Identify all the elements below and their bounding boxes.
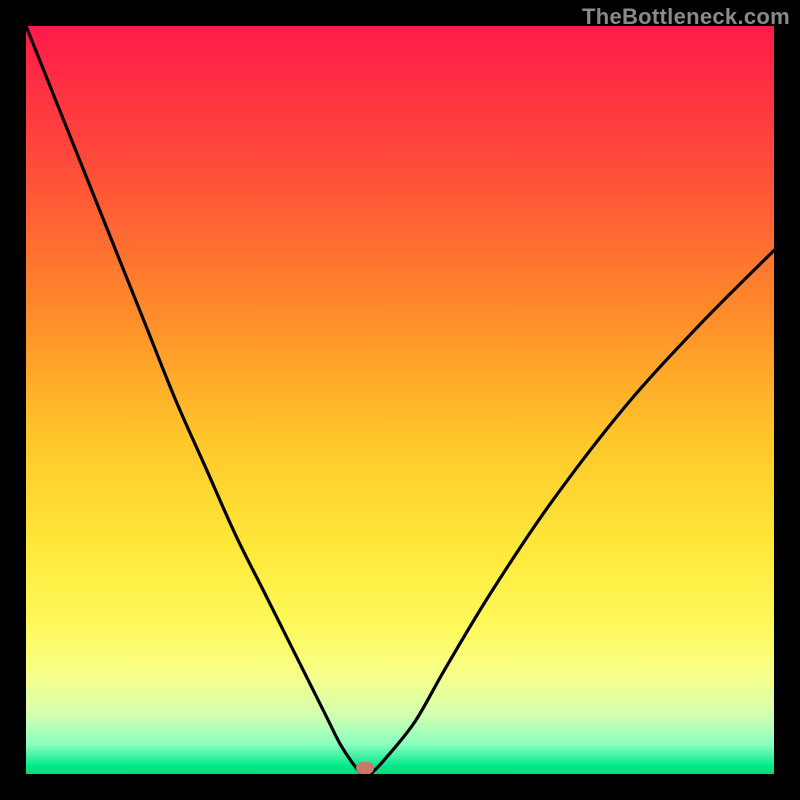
min-marker [356, 762, 374, 774]
chart-frame: TheBottleneck.com [0, 0, 800, 800]
gradient-background [26, 26, 774, 774]
watermark-text: TheBottleneck.com [582, 4, 790, 30]
